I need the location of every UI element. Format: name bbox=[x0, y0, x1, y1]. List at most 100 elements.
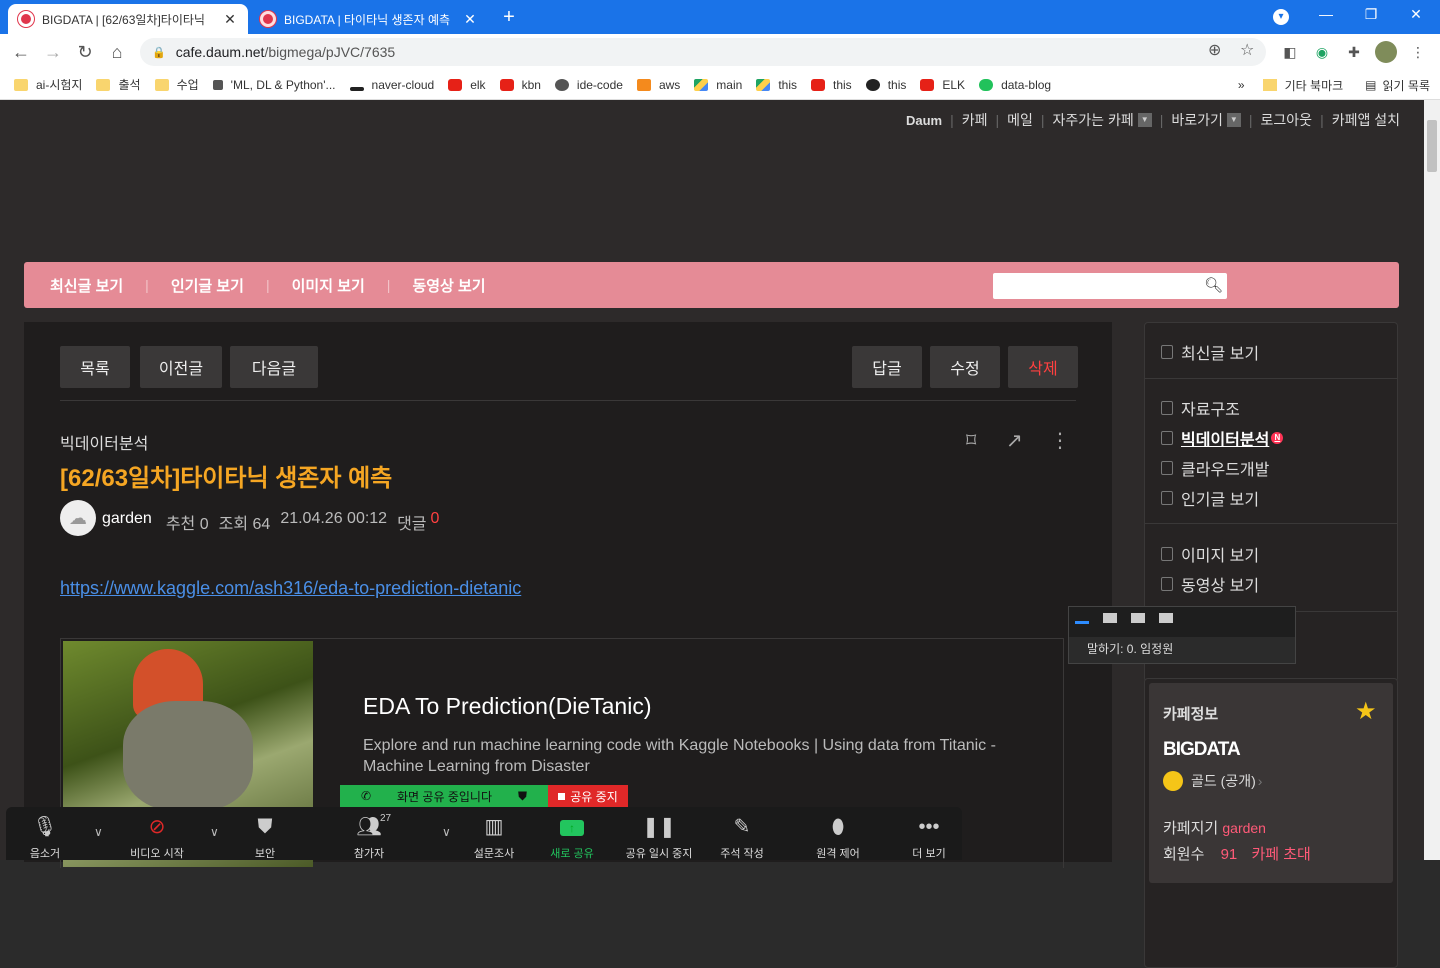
daum-link[interactable]: Daum bbox=[906, 113, 942, 128]
list-button[interactable]: 목록 bbox=[60, 346, 130, 388]
forward-icon[interactable]: → bbox=[42, 42, 64, 63]
gallery-view-icon[interactable] bbox=[1159, 613, 1173, 623]
bookmark-item[interactable]: ELK bbox=[920, 78, 965, 92]
star-icon[interactable]: ★ bbox=[1355, 697, 1377, 726]
prev-post-button[interactable]: 이전글 bbox=[140, 346, 222, 388]
invite-link[interactable]: 카페 초대 bbox=[1251, 846, 1310, 863]
restore-icon[interactable]: ❐ bbox=[1358, 6, 1384, 23]
lock-icon[interactable]: 🔒 bbox=[152, 46, 166, 59]
new-tab-button[interactable]: + bbox=[498, 6, 520, 29]
extension-icon[interactable]: ◉ bbox=[1312, 44, 1332, 61]
cafe-name[interactable]: BIGDATA bbox=[1163, 739, 1241, 761]
share-icon[interactable]: ↗ bbox=[1006, 428, 1023, 453]
browser-tab-active[interactable]: BIGDATA | [62/63일차]타이타닉 ✕ bbox=[8, 4, 248, 34]
edit-button[interactable]: 수정 bbox=[930, 346, 1000, 388]
zoom-icon[interactable]: ⊕ bbox=[1208, 40, 1221, 60]
cafe-search-input[interactable]: 🔍︎ bbox=[993, 273, 1227, 299]
mute-button[interactable]: 🎙︎ 음소거 bbox=[0, 813, 90, 861]
bookmark-item[interactable]: kbn bbox=[499, 78, 541, 92]
bookmark-item[interactable]: ide-code bbox=[554, 78, 623, 92]
reading-list[interactable]: 읽기 목록 bbox=[1383, 77, 1431, 94]
menu-videos[interactable]: 동영상 보기 bbox=[412, 275, 485, 296]
bookmark-item[interactable]: this bbox=[865, 78, 906, 92]
menu-recent[interactable]: 최신글 보기 bbox=[50, 275, 123, 296]
bookmark-item[interactable]: naver-cloud bbox=[349, 78, 434, 92]
menu-kebab-icon[interactable]: ⋮ bbox=[1408, 44, 1428, 61]
sidebar-item-cloud[interactable]: 클라우드개발 bbox=[1161, 453, 1283, 483]
new-share-button[interactable]: ↑ 새로 공유 bbox=[527, 813, 617, 861]
delete-button[interactable]: 삭제 bbox=[1008, 346, 1078, 388]
chevron-down-icon[interactable]: ▼ bbox=[1137, 113, 1152, 127]
window-close-icon[interactable]: ✕ bbox=[1403, 6, 1429, 23]
menu-popular[interactable]: 인기글 보기 bbox=[171, 275, 244, 296]
annotate-button[interactable]: ✎ 주석 작성 bbox=[697, 813, 787, 861]
bookmark-item[interactable]: this bbox=[811, 78, 852, 92]
reload-icon[interactable]: ↻ bbox=[74, 42, 96, 63]
sidebar-item-data-structures[interactable]: 자료구조 bbox=[1161, 393, 1283, 423]
next-post-button[interactable]: 다음글 bbox=[230, 346, 318, 388]
frequent-cafe-link[interactable]: 자주가는 카페 bbox=[1053, 110, 1134, 130]
install-app-link[interactable]: 카페앱 설치 bbox=[1332, 110, 1400, 130]
post-category[interactable]: 빅데이터분석 bbox=[60, 430, 148, 454]
minimize-view-icon[interactable] bbox=[1075, 621, 1089, 624]
remote-control-button[interactable]: ⬮ 원격 제어 bbox=[793, 813, 883, 861]
minimize-icon[interactable]: — bbox=[1313, 6, 1339, 22]
bookmark-item[interactable]: ai-시험지 bbox=[14, 76, 82, 93]
cafe-level[interactable]: 골드 (공개) bbox=[1191, 771, 1256, 791]
start-video-button[interactable]: ⊘ 비디오 시작 bbox=[112, 813, 202, 861]
bookmark-item[interactable]: main bbox=[694, 78, 742, 92]
extension-icon[interactable]: ◧ bbox=[1280, 44, 1300, 61]
kaggle-link[interactable]: https://www.kaggle.com/ash316/eda-to-pre… bbox=[60, 578, 521, 599]
bookmarks-more[interactable]: » bbox=[1238, 78, 1245, 92]
sidebar-item-recent[interactable]: 최신글 보기 bbox=[1161, 337, 1259, 367]
manager-name[interactable]: garden bbox=[1222, 820, 1266, 836]
polls-button[interactable]: ▥ 설문조사 bbox=[449, 813, 539, 861]
home-icon[interactable]: ⌂ bbox=[106, 42, 128, 63]
chevron-up-icon[interactable]: ∨ bbox=[210, 825, 219, 839]
bookmark-item[interactable]: 수업 bbox=[154, 76, 199, 93]
tab-search-icon[interactable]: ▾ bbox=[1273, 9, 1289, 25]
search-icon[interactable]: 🔍︎ bbox=[1204, 276, 1223, 294]
sidebar-item-bigdata[interactable]: 빅데이터분석 N bbox=[1161, 423, 1284, 453]
cafe-link[interactable]: 카페 bbox=[962, 110, 988, 130]
participants-button[interactable]: 👥︎ 27 참가자 bbox=[324, 813, 414, 861]
security-button[interactable]: ⛊ 보안 bbox=[220, 813, 310, 861]
bookmark-item[interactable]: 'ML, DL & Python'... bbox=[212, 78, 336, 92]
bookmark-icon[interactable]: ⌑ bbox=[966, 428, 976, 453]
reply-button[interactable]: 답글 bbox=[852, 346, 922, 388]
comments-count[interactable]: 0 bbox=[431, 510, 440, 534]
goto-link[interactable]: 바로가기 bbox=[1171, 110, 1223, 130]
strip-view-icon[interactable] bbox=[1131, 613, 1145, 623]
more-button[interactable]: ••• 더 보기 bbox=[884, 813, 974, 861]
browser-tab-inactive[interactable]: BIGDATA | 타이타닉 생존자 예측 ✕ bbox=[250, 4, 488, 34]
address-bar[interactable]: 🔒 cafe.daum.net/bigmega/pJVC/7635 bbox=[140, 38, 1266, 66]
bookmark-star-icon[interactable]: ☆ bbox=[1240, 40, 1254, 60]
avatar[interactable]: ☁ bbox=[60, 500, 96, 536]
scroll-thumb[interactable] bbox=[1427, 120, 1437, 172]
bookmark-item[interactable]: aws bbox=[636, 78, 680, 92]
back-icon[interactable]: ← bbox=[10, 42, 32, 63]
menu-images[interactable]: 이미지 보기 bbox=[292, 275, 365, 296]
bookmark-item[interactable]: this bbox=[756, 78, 797, 92]
speaker-view-icon[interactable] bbox=[1103, 613, 1117, 623]
chevron-up-icon[interactable]: ∨ bbox=[94, 825, 103, 839]
sidebar-item-videos[interactable]: 동영상 보기 bbox=[1161, 569, 1259, 599]
other-bookmarks[interactable]: 기타 북마크 bbox=[1285, 77, 1344, 94]
profile-avatar[interactable] bbox=[1375, 41, 1397, 63]
bookmark-item[interactable]: elk bbox=[448, 78, 486, 92]
stop-share-button[interactable]: 공유 중지 bbox=[548, 785, 628, 807]
sidebar-item-popular[interactable]: 인기글 보기 bbox=[1161, 483, 1283, 513]
mail-link[interactable]: 메일 bbox=[1007, 110, 1033, 130]
logout-link[interactable]: 로그아웃 bbox=[1261, 110, 1313, 130]
page-scrollbar[interactable] bbox=[1424, 100, 1440, 860]
chevron-down-icon[interactable]: ▼ bbox=[1226, 113, 1241, 127]
author-name[interactable]: garden bbox=[102, 510, 152, 534]
bookmark-item[interactable]: 출석 bbox=[96, 76, 141, 93]
tab-close-icon[interactable]: ✕ bbox=[222, 11, 238, 28]
more-options-icon[interactable]: ⋮ bbox=[1050, 428, 1070, 453]
sidebar-item-images[interactable]: 이미지 보기 bbox=[1161, 539, 1259, 569]
extensions-puzzle-icon[interactable]: ✚ bbox=[1344, 44, 1364, 61]
tab-close-icon[interactable]: ✕ bbox=[462, 11, 478, 28]
pause-share-button[interactable]: ❚❚ 공유 일시 중지 bbox=[614, 813, 704, 861]
bookmark-item[interactable]: data-blog bbox=[979, 78, 1051, 92]
